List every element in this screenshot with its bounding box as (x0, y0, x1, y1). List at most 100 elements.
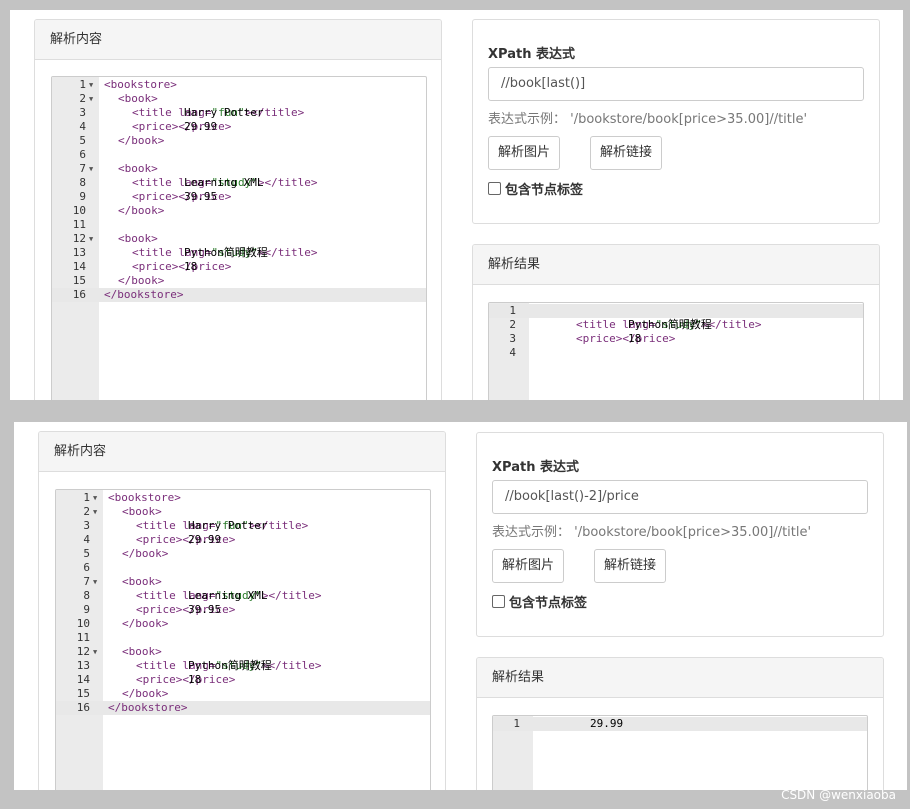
fold-arrow-icon[interactable]: ▼ (93, 575, 101, 589)
line-number: 10 (72, 204, 86, 217)
code-line[interactable]: 4 <price> 29.99 </price> (56, 533, 430, 547)
code-line[interactable]: 4 <price> 29.99 </price> (52, 120, 426, 134)
line-number: 1 (509, 304, 516, 317)
include-tags-checkbox[interactable]: 包含节点标签 (488, 179, 583, 198)
parse-content-title: 解析内容 (35, 20, 441, 60)
line-number: 9 (79, 190, 86, 203)
parse-content-title: 解析内容 (39, 432, 445, 472)
code-text: <book> (122, 505, 162, 518)
parse-image-button[interactable]: 解析图片 (492, 549, 564, 583)
code-line[interactable]: 1 ▼ <bookstore> (52, 78, 426, 92)
code-text: <price> 29.99 </price> (136, 533, 236, 546)
fold-arrow-icon[interactable]: ▼ (89, 232, 97, 246)
line-number: 16 (72, 288, 86, 301)
parse-image-button[interactable]: 解析图片 (488, 136, 560, 170)
code-line[interactable]: 14 <price> 18 </price> (52, 260, 426, 274)
code-line[interactable]: 16 </bookstore> (52, 288, 426, 302)
code-text: <title lang="study"> Python简明教程 </title> (576, 318, 762, 331)
code-line[interactable]: 2 ▼ <book> (52, 92, 426, 106)
fold-arrow-icon[interactable]: ▼ (89, 92, 97, 106)
code-text: <book> (122, 645, 162, 658)
code-line[interactable]: 10 </book> (52, 204, 426, 218)
code-text: <book> (118, 232, 158, 245)
line-number: 13 (72, 246, 86, 259)
code-line[interactable]: 13 <title lang="study"> Python简明教程 </title> (52, 246, 426, 260)
xpath-title: XPath 表达式 (488, 47, 575, 62)
code-line[interactable]: 12 ▼ <book> (56, 645, 430, 659)
code-line[interactable]: 11 (56, 631, 430, 645)
code-line[interactable]: 8 <title lang="study"> Learning XML </title… (56, 589, 430, 603)
line-number: 1 (513, 717, 520, 730)
line-number: 5 (79, 134, 86, 147)
code-line[interactable]: 8 <title lang="study"> Learning XML </title… (52, 176, 426, 190)
line-number: 16 (76, 701, 90, 714)
fold-arrow-icon[interactable]: ▼ (89, 162, 97, 176)
result-code[interactable]: 1 2 <title lang="study"> Python简明教程 </title>… (489, 304, 863, 360)
code-line[interactable]: 3 <price> 18 </price> (489, 332, 863, 346)
code-line[interactable]: 5 </book> (56, 547, 430, 561)
code-line[interactable]: 11 (52, 218, 426, 232)
code-line[interactable]: 2 <title lang="study"> Python简明教程 </title> (489, 318, 863, 332)
line-number: 7 (79, 162, 86, 175)
result-editor[interactable]: 1 2 <title lang="study"> Python简明教程 </title>… (488, 302, 864, 400)
line-number: 14 (76, 673, 90, 686)
line-number: 8 (83, 589, 90, 602)
fold-arrow-icon[interactable]: ▼ (93, 645, 101, 659)
code-line[interactable]: 5 </book> (52, 134, 426, 148)
checkbox-label: 包含节点标签 (505, 183, 584, 198)
parse-link-button[interactable]: 解析链接 (590, 136, 662, 170)
result-code[interactable]: 1 29.99 (493, 717, 867, 731)
code-text: <title lang="study"> Python简明教程 </title> (132, 246, 318, 259)
code-line[interactable]: 3 <title lang="fun"> Harry Potter </title> (56, 519, 430, 533)
result-editor[interactable]: 1 29.99 (492, 715, 868, 790)
source-editor[interactable]: 1 ▼ <bookstore> 2 ▼ <book> 3 <title lang="fun">… (55, 489, 431, 790)
code-line[interactable]: 1 29.99 (493, 717, 867, 731)
checkbox-label: 包含节点标签 (509, 596, 588, 611)
include-tags-checkbox[interactable]: 包含节点标签 (492, 592, 587, 611)
code-text: </book> (122, 547, 169, 560)
parse-link-button[interactable]: 解析链接 (594, 549, 666, 583)
fold-arrow-icon[interactable]: ▼ (89, 78, 97, 92)
line-number: 1 (79, 78, 86, 91)
result-panel: 解析结果 1 29.99 (476, 657, 884, 790)
line-number: 4 (509, 346, 516, 359)
code-line[interactable]: 9 <price> 39.95 </price> (52, 190, 426, 204)
code-line[interactable]: 10 </book> (56, 617, 430, 631)
fold-arrow-icon[interactable]: ▼ (93, 505, 101, 519)
screenshot-top: 解析内容 1 ▼ <bookstore> 2 ▼ <book> 3 <title lang="… (10, 10, 903, 400)
fold-arrow-icon[interactable]: ▼ (93, 491, 101, 505)
line-number: 13 (76, 659, 90, 672)
code-line[interactable]: 6 (52, 148, 426, 162)
code-line[interactable]: 12 ▼ <book> (52, 232, 426, 246)
xpath-input[interactable]: //book[last()-2]/price (492, 480, 868, 514)
source-code[interactable]: 1 ▼ <bookstore> 2 ▼ <book> 3 <title lang="fun">… (52, 78, 426, 302)
code-line[interactable]: 3 <title lang="fun"> Harry Potter </title> (52, 106, 426, 120)
csdn-watermark: CSDN @wenxiaoba (781, 788, 896, 802)
code-line[interactable]: 6 (56, 561, 430, 575)
code-line[interactable]: 2 ▼ <book> (56, 505, 430, 519)
code-line[interactable]: 16 </bookstore> (56, 701, 430, 715)
line-number: 9 (83, 603, 90, 616)
code-line[interactable]: 4 (489, 346, 863, 360)
line-number: 14 (72, 260, 86, 273)
checkbox-box[interactable] (488, 182, 501, 195)
xpath-input[interactable]: //book[last()] (488, 67, 864, 101)
source-code[interactable]: 1 ▼ <bookstore> 2 ▼ <book> 3 <title lang="fun">… (56, 491, 430, 715)
code-line[interactable]: 14 <price> 18 </price> (56, 673, 430, 687)
checkbox-box[interactable] (492, 595, 505, 608)
code-line[interactable]: 9 <price> 39.95 </price> (56, 603, 430, 617)
code-line[interactable]: 7 ▼ <book> (56, 575, 430, 589)
code-line[interactable]: 1 (489, 304, 863, 318)
line-number: 10 (76, 617, 90, 630)
code-line[interactable]: 13 <title lang="study"> Python简明教程 </title> (56, 659, 430, 673)
code-text: </book> (118, 204, 165, 217)
code-text: <title lang="fun"> Harry Potter </title> (136, 519, 309, 532)
source-editor[interactable]: 1 ▼ <bookstore> 2 ▼ <book> 3 <title lang="fun">… (51, 76, 427, 400)
code-line[interactable]: 15 </book> (56, 687, 430, 701)
code-text: <price> 18 </price> (136, 673, 236, 686)
code-line[interactable]: 15 </book> (52, 274, 426, 288)
code-line[interactable]: 1 ▼ <bookstore> (56, 491, 430, 505)
code-line[interactable]: 7 ▼ <book> (52, 162, 426, 176)
xpath-panel: XPath 表达式 //book[last()] 表达式示例： '/bookst… (472, 19, 880, 224)
xpath-title: XPath 表达式 (492, 460, 579, 475)
